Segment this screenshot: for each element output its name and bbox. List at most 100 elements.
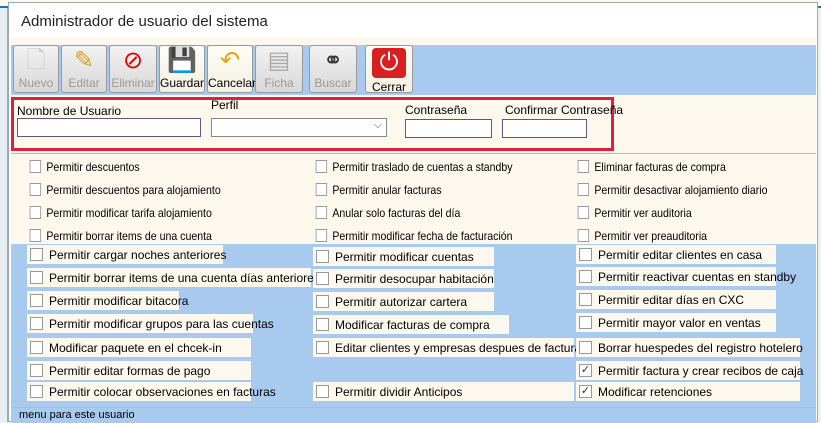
permission-label: Permitir descuentos para alojamiento bbox=[46, 182, 221, 197]
permission-checkbox[interactable]: Permitir borrar items de una cuenta días… bbox=[27, 268, 320, 287]
permission-checkbox[interactable]: Anular solo facturas del día bbox=[313, 203, 460, 222]
checkbox[interactable] bbox=[30, 341, 43, 354]
new-button[interactable]: 🗋 Nuevo bbox=[13, 45, 59, 93]
permission-checkbox[interactable]: Permitir descuentos bbox=[27, 157, 140, 176]
permission-checkbox[interactable]: ✓ Permitir factura y crear recibos de caj… bbox=[576, 361, 803, 380]
permission-checkbox[interactable]: Permitir reactivar cuentas en standby bbox=[576, 267, 796, 286]
permission-checkbox[interactable]: Permitir ver preauditoria bbox=[575, 226, 707, 245]
checkbox[interactable] bbox=[316, 272, 329, 285]
permission-checkbox[interactable]: Permitir descuentos para alojamiento bbox=[27, 180, 221, 199]
permission-checkbox[interactable]: Permitir ver auditoria bbox=[575, 203, 692, 222]
permission-label: Modificar paquete en el chcek-in bbox=[49, 340, 222, 355]
checkbox[interactable] bbox=[316, 341, 329, 354]
permission-checkbox[interactable]: Permitir colocar observaciones en factur… bbox=[27, 382, 276, 401]
user-form: Nombre de Usuario Perfil ⌵ Contraseña Co… bbox=[11, 95, 816, 153]
checkbox[interactable] bbox=[579, 270, 592, 283]
permission-checkbox[interactable]: Permitir modificar grupos para las cuent… bbox=[27, 314, 274, 333]
checkbox[interactable] bbox=[29, 183, 42, 196]
permission-checkbox[interactable]: Permitir traslado de cuentas a standby bbox=[313, 157, 513, 176]
permission-label: Modificar retenciones bbox=[598, 384, 713, 399]
permission-label: Permitir traslado de cuentas a standby bbox=[332, 159, 513, 174]
permission-checkbox[interactable]: Permitir anular facturas bbox=[313, 180, 442, 199]
ficha-button[interactable]: ▤ Ficha bbox=[255, 45, 303, 93]
checkbox[interactable] bbox=[577, 206, 590, 219]
permissions-panel: Permitir descuentos Permitir traslado de … bbox=[11, 153, 816, 408]
delete-icon: ⊘ bbox=[122, 47, 144, 74]
permission-label: Permitir desactivar alojamiento diario bbox=[594, 182, 768, 197]
checkbox[interactable] bbox=[579, 293, 592, 306]
checkbox[interactable] bbox=[577, 229, 590, 242]
permission-checkbox[interactable]: Permitir modificar cuentas bbox=[313, 247, 494, 266]
toolbar: 🗋 Nuevo ✎ Editar ⊘ Eliminar 💾 Guardar ↶ Cance… bbox=[11, 37, 816, 95]
permission-checkbox[interactable]: Permitir desactivar alojamiento diario bbox=[575, 180, 768, 199]
checkbox[interactable] bbox=[316, 318, 329, 331]
undo-arrow-icon: ↶ bbox=[219, 47, 241, 74]
pencil-icon: ✎ bbox=[73, 47, 95, 74]
checkbox-checked[interactable]: ✓ bbox=[579, 364, 592, 377]
checkbox[interactable] bbox=[315, 160, 328, 173]
save-button[interactable]: 💾 Guardar bbox=[159, 45, 205, 93]
power-icon: ⏻ bbox=[372, 48, 406, 78]
close-button[interactable]: ⏻ Cerrar bbox=[365, 45, 413, 94]
permission-checkbox[interactable]: Editar clientes y empresas despues de fa… bbox=[313, 338, 600, 357]
checkbox[interactable] bbox=[29, 206, 42, 219]
search-button[interactable]: ⚭ Buscar bbox=[309, 45, 357, 93]
checkbox[interactable] bbox=[577, 183, 590, 196]
checkbox[interactable] bbox=[315, 206, 328, 219]
permission-checkbox[interactable]: Permitir borrar items de una cuenta bbox=[27, 226, 212, 245]
permission-checkbox[interactable]: Permitir modificar bitacora bbox=[27, 291, 188, 310]
checkbox[interactable] bbox=[577, 160, 590, 173]
permission-label: Permitir cargar noches anteriores bbox=[49, 247, 227, 262]
checkbox[interactable] bbox=[579, 248, 592, 261]
permission-label: Permitir modificar tarifa alojamiento bbox=[46, 205, 212, 220]
form-icon: ▤ bbox=[267, 47, 291, 74]
window-title: Administrador de usuario del sistema bbox=[21, 13, 268, 30]
delete-button[interactable]: ⊘ Eliminar bbox=[109, 45, 157, 93]
background-window bbox=[0, 8, 8, 422]
permission-label: Permitir modificar fecha de facturación bbox=[332, 228, 513, 243]
username-input[interactable] bbox=[17, 118, 201, 137]
permission-checkbox[interactable]: Modificar paquete en el chcek-in bbox=[27, 338, 251, 357]
checkbox[interactable] bbox=[579, 316, 592, 329]
permission-checkbox[interactable]: Permitir editar clientes en casa bbox=[576, 245, 776, 264]
checkbox[interactable] bbox=[30, 385, 43, 398]
permission-checkbox[interactable]: Permitir dividir Anticipos bbox=[313, 382, 574, 401]
permission-label: Permitir ver auditoria bbox=[594, 205, 692, 220]
permission-label: Permitir desocupar habitación bbox=[335, 271, 494, 286]
permission-checkbox[interactable]: Modificar facturas de compra bbox=[313, 315, 509, 334]
checkbox[interactable] bbox=[316, 250, 329, 263]
permission-checkbox[interactable]: Permitir editar días en CXC bbox=[576, 290, 776, 309]
permission-checkbox[interactable]: Permitir editar formas de pago bbox=[27, 361, 251, 380]
permission-label: Borrar huespedes del registro hotelero bbox=[598, 340, 803, 355]
checkbox[interactable] bbox=[316, 295, 329, 308]
checkbox[interactable] bbox=[315, 229, 328, 242]
cancel-button[interactable]: ↶ Cancelar bbox=[207, 45, 256, 93]
checkbox-checked[interactable]: ✓ bbox=[579, 385, 592, 398]
permission-checkbox[interactable]: Permitir mayor valor en ventas bbox=[576, 313, 776, 332]
permissions-top: Permitir descuentos Permitir traslado de … bbox=[11, 154, 816, 244]
password-input[interactable] bbox=[405, 119, 492, 138]
checkbox[interactable] bbox=[30, 248, 43, 261]
edit-button[interactable]: ✎ Editar bbox=[61, 45, 107, 93]
permission-checkbox[interactable]: Permitir autorizar cartera bbox=[313, 292, 494, 311]
permission-checkbox[interactable]: ✓ Modificar retenciones bbox=[576, 382, 800, 401]
permission-checkbox[interactable]: Permitir desocupar habitación bbox=[313, 269, 494, 288]
checkbox[interactable] bbox=[315, 183, 328, 196]
checkbox[interactable] bbox=[579, 341, 592, 354]
permission-checkbox[interactable]: Eliminar facturas de compra bbox=[575, 157, 726, 176]
permission-checkbox[interactable]: Permitir modificar tarifa alojamiento bbox=[27, 203, 212, 222]
checkbox[interactable] bbox=[30, 294, 43, 307]
permission-label: Permitir borrar items de una cuenta bbox=[46, 228, 212, 243]
permission-checkbox[interactable]: Borrar huespedes del registro hotelero bbox=[576, 338, 803, 357]
permission-checkbox[interactable]: Permitir modificar fecha de facturación bbox=[313, 226, 513, 245]
profile-select[interactable]: ⌵ bbox=[211, 118, 387, 137]
checkbox[interactable] bbox=[30, 364, 43, 377]
checkbox[interactable] bbox=[29, 160, 42, 173]
checkbox[interactable] bbox=[30, 271, 43, 284]
confirm-password-input[interactable] bbox=[502, 119, 587, 138]
checkbox[interactable] bbox=[30, 317, 43, 330]
permission-label: Permitir autorizar cartera bbox=[335, 294, 468, 309]
checkbox[interactable] bbox=[316, 385, 329, 398]
checkbox[interactable] bbox=[29, 229, 42, 242]
permission-checkbox[interactable]: Permitir cargar noches anteriores bbox=[27, 245, 227, 264]
